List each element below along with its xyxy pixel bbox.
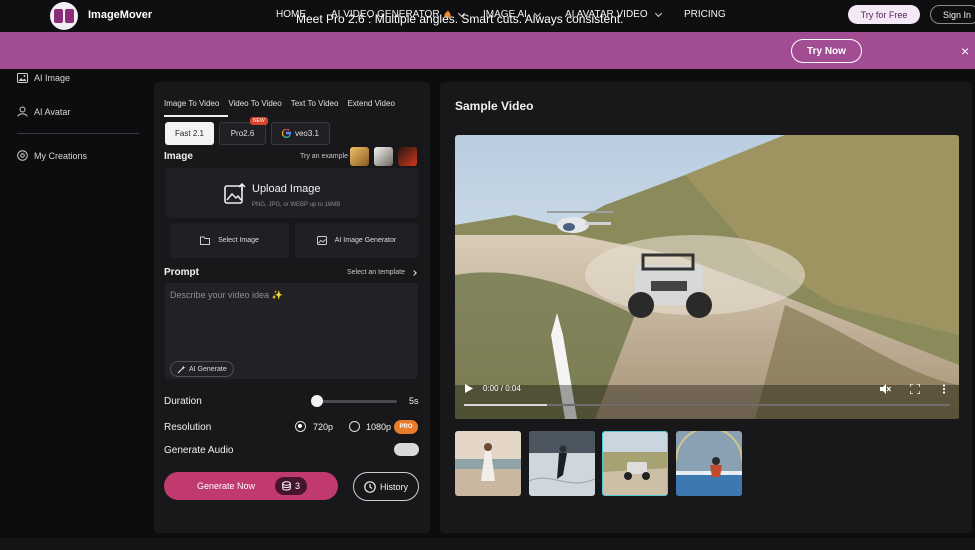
- try-now-button[interactable]: Try Now: [791, 39, 862, 63]
- model-veo-3-1[interactable]: veo3.1: [271, 122, 330, 145]
- sample-video-title: Sample Video: [455, 99, 534, 113]
- chevron-down-icon: [654, 9, 662, 17]
- active-tab-indicator: [164, 115, 228, 117]
- sign-in-button[interactable]: Sign In: [930, 5, 975, 24]
- duration-label: Duration: [164, 396, 202, 407]
- video-frame: [455, 135, 959, 419]
- duration-value: 5s: [409, 396, 419, 406]
- select-image-button[interactable]: Select Image: [170, 223, 289, 258]
- generate-now-button[interactable]: Generate Now 3: [164, 472, 338, 500]
- thumbnail-bike[interactable]: [676, 431, 742, 496]
- bike-thumb-image: [676, 431, 742, 496]
- image-icon: [316, 236, 327, 245]
- model-fast-2-1[interactable]: Fast 2.1: [165, 122, 214, 145]
- sample-video-player[interactable]: [455, 135, 959, 419]
- sidebar-item-ai-image[interactable]: AI Image: [17, 73, 70, 83]
- image-label: Image: [164, 151, 193, 162]
- duration-slider-thumb[interactable]: [311, 395, 323, 407]
- sidebar-item-ai-avatar[interactable]: AI Avatar: [17, 106, 70, 117]
- upload-image-icon: [224, 183, 246, 204]
- imagemover-logo[interactable]: [50, 2, 78, 30]
- more-options-icon[interactable]: [942, 384, 946, 394]
- example-thumb-3[interactable]: [398, 147, 417, 166]
- video-progress-fill: [464, 404, 547, 406]
- resolution-label: Resolution: [164, 422, 212, 433]
- tab-image-to-video[interactable]: Image To Video: [164, 99, 219, 108]
- model-pro-2-6[interactable]: Pro2.6: [219, 122, 266, 145]
- promo-text: Meet Pro 2.6 : Multiple angles. Smart cu…: [296, 12, 624, 26]
- resolution-1080p-label: 1080p: [366, 422, 392, 432]
- select-template-link[interactable]: Select an template: [347, 269, 417, 276]
- prompt-placeholder: Describe your video idea ✨: [170, 290, 283, 300]
- tab-text-to-video[interactable]: Text To Video: [291, 99, 339, 108]
- try-example-label: Try an example: [300, 153, 348, 160]
- radio-720p[interactable]: [295, 421, 306, 432]
- brand-name[interactable]: ImageMover: [88, 9, 152, 21]
- history-button[interactable]: History: [353, 472, 419, 501]
- video-time: 0:00 / 0:04: [483, 384, 521, 393]
- mute-icon[interactable]: [880, 384, 891, 394]
- new-badge: NEW: [250, 117, 268, 125]
- magic-wand-icon: [177, 365, 186, 373]
- duration-slider-track[interactable]: [317, 400, 397, 403]
- user-icon: [17, 106, 28, 117]
- upload-image-title: Upload Image: [252, 183, 321, 195]
- tab-video-to-video[interactable]: Video To Video: [228, 99, 281, 108]
- thumbnail-buggy[interactable]: [602, 431, 668, 496]
- generator-tabs: Image To Video Video To Video Text To Vi…: [164, 99, 395, 108]
- thumbnail-beach[interactable]: [455, 431, 521, 496]
- creations-icon: [17, 150, 28, 161]
- tab-extend-video[interactable]: Extend Video: [347, 99, 394, 108]
- example-thumb-2[interactable]: [374, 147, 393, 166]
- radio-1080p[interactable]: [349, 421, 360, 432]
- nav-pricing[interactable]: PRICING: [684, 9, 726, 20]
- google-icon: [281, 129, 291, 138]
- resolution-720p-label: 720p: [313, 422, 334, 432]
- close-icon[interactable]: ×: [961, 43, 969, 59]
- pro-badge: PRO: [394, 420, 418, 434]
- generate-audio-label: Generate Audio: [164, 445, 234, 456]
- sidebar: [0, 69, 150, 550]
- image-icon: [17, 73, 28, 83]
- chevron-right-icon: [411, 269, 417, 276]
- sidebar-item-my-creations[interactable]: My Creations: [17, 150, 87, 161]
- prompt-label: Prompt: [164, 267, 199, 278]
- example-thumb-1[interactable]: [350, 147, 369, 166]
- sidebar-divider: [17, 133, 139, 134]
- ai-generate-button[interactable]: AI Generate: [170, 361, 234, 377]
- folder-icon: [200, 236, 211, 245]
- page-footer-strip: [0, 538, 975, 550]
- credits-badge: 3: [275, 477, 308, 495]
- ai-image-generator-button[interactable]: AI Image Generator: [295, 223, 418, 258]
- buggy-thumb-image: [603, 432, 667, 495]
- skating-thumb-image: [529, 431, 595, 496]
- try-for-free-button[interactable]: Try for Free: [848, 5, 920, 24]
- thumbnail-skating[interactable]: [529, 431, 595, 496]
- generate-audio-toggle[interactable]: [394, 443, 419, 456]
- upload-formats-hint: PNG, JPG, or WEBP up to 16MB: [252, 202, 341, 208]
- coins-icon: [282, 481, 291, 491]
- clock-icon: [364, 480, 376, 493]
- fullscreen-icon[interactable]: [910, 384, 920, 394]
- beach-thumb-image: [455, 431, 521, 496]
- play-icon[interactable]: [465, 384, 473, 393]
